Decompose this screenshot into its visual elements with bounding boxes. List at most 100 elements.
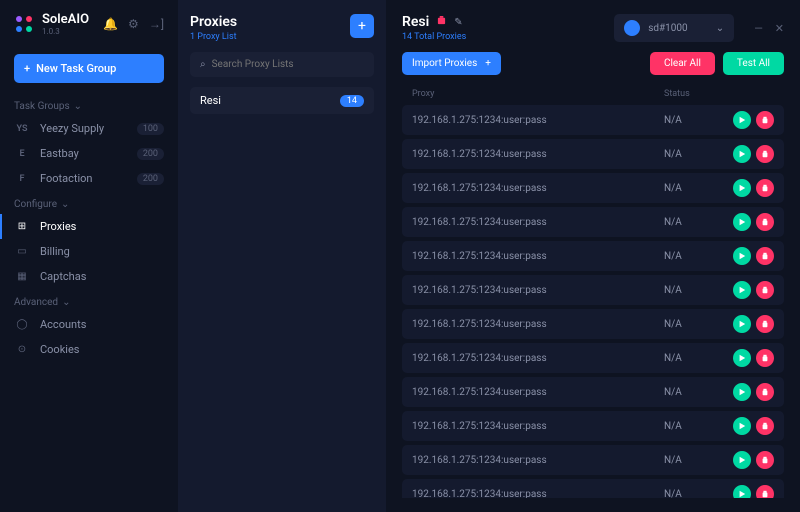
list-name: Resi <box>200 94 221 107</box>
section-configure[interactable]: Configure ⌄ <box>0 191 178 214</box>
brand-version: 1.0.3 <box>42 27 89 36</box>
search-icon: ⌕ <box>200 59 206 70</box>
section-task-groups[interactable]: Task Groups ⌄ <box>0 93 178 116</box>
proxy-value: 192.168.1.275:1234:user:pass <box>412 251 664 262</box>
profile-name: sd#1000 <box>648 23 687 34</box>
count-badge: 200 <box>137 148 164 160</box>
test-proxy-button[interactable] <box>733 145 751 163</box>
proxy-row: 192.168.1.275:1234:user:passN/A <box>402 377 784 407</box>
proxy-value: 192.168.1.275:1234:user:pass <box>412 455 664 466</box>
delete-proxy-button[interactable] <box>756 417 774 435</box>
edit-list-icon[interactable]: ✎ <box>454 17 462 28</box>
count-badge: 200 <box>137 173 164 185</box>
delete-proxy-button[interactable] <box>756 213 774 231</box>
delete-list-icon[interactable] <box>437 16 446 28</box>
delete-proxy-button[interactable] <box>756 383 774 401</box>
plus-icon: + <box>485 58 491 69</box>
search-field[interactable] <box>212 59 364 70</box>
sidebar: SoleAIO 1.0.3 🔔 ⚙ →] + New Task Group Ta… <box>0 0 178 512</box>
plus-icon: + <box>24 62 30 75</box>
nav-item-captchas[interactable]: ▦ Captchas <box>0 264 178 289</box>
task-group-item[interactable]: EEastbay200 <box>0 141 178 166</box>
proxy-status: N/A <box>664 387 724 398</box>
nav-label: Accounts <box>40 318 86 331</box>
test-proxy-button[interactable] <box>733 485 751 498</box>
nav-icon: ⊙ <box>14 344 30 355</box>
delete-proxy-button[interactable] <box>756 315 774 333</box>
new-task-group-button[interactable]: + New Task Group <box>14 54 164 83</box>
proxy-list-item[interactable]: Resi14 <box>190 87 374 114</box>
delete-proxy-button[interactable] <box>756 281 774 299</box>
close-button[interactable]: ✕ <box>775 22 784 35</box>
test-all-button[interactable]: Test All <box>723 52 784 75</box>
proxy-row: 192.168.1.275:1234:user:passN/A <box>402 173 784 203</box>
logout-icon[interactable]: →] <box>149 17 164 31</box>
test-proxy-button[interactable] <box>733 349 751 367</box>
test-proxy-button[interactable] <box>733 179 751 197</box>
proxy-row: 192.168.1.275:1234:user:passN/A <box>402 241 784 271</box>
abbrev-icon: F <box>14 174 30 184</box>
minimize-button[interactable]: — <box>754 22 763 35</box>
proxy-status: N/A <box>664 115 724 126</box>
nav-label: Cookies <box>40 343 79 356</box>
abbrev-icon: YS <box>14 124 30 134</box>
nav-item-cookies[interactable]: ⊙ Cookies <box>0 337 178 362</box>
test-proxy-button[interactable] <box>733 451 751 469</box>
proxy-detail-panel: Resi ✎ 14 Total Proxies sd#1000 ⌄ — ✕ <box>386 0 800 512</box>
delete-proxy-button[interactable] <box>756 145 774 163</box>
profile-selector[interactable]: sd#1000 ⌄ <box>614 14 734 42</box>
panel-subtitle: 1 Proxy List <box>190 32 237 42</box>
delete-proxy-button[interactable] <box>756 451 774 469</box>
nav-icon: ◯ <box>14 319 30 330</box>
new-task-label: New Task Group <box>36 62 116 75</box>
proxy-row: 192.168.1.275:1234:user:passN/A <box>402 309 784 339</box>
test-proxy-button[interactable] <box>733 315 751 333</box>
test-proxy-button[interactable] <box>733 247 751 265</box>
proxy-value: 192.168.1.275:1234:user:pass <box>412 285 664 296</box>
delete-proxy-button[interactable] <box>756 349 774 367</box>
chevron-down-icon: ⌄ <box>61 199 69 210</box>
delete-proxy-button[interactable] <box>756 247 774 265</box>
nav-label: Billing <box>40 245 70 258</box>
chevron-down-icon: ⌄ <box>62 297 70 308</box>
proxy-rows[interactable]: 192.168.1.275:1234:user:passN/A192.168.1… <box>402 105 784 498</box>
proxy-row: 192.168.1.275:1234:user:passN/A <box>402 207 784 237</box>
proxy-status: N/A <box>664 421 724 432</box>
task-group-item[interactable]: YSYeezy Supply100 <box>0 116 178 141</box>
nav-item-accounts[interactable]: ◯ Accounts <box>0 312 178 337</box>
test-proxy-button[interactable] <box>733 281 751 299</box>
section-advanced[interactable]: Advanced ⌄ <box>0 289 178 312</box>
proxy-status: N/A <box>664 489 724 499</box>
bell-icon[interactable]: 🔔 <box>103 17 118 31</box>
proxy-value: 192.168.1.275:1234:user:pass <box>412 115 664 126</box>
clear-all-button[interactable]: Clear All <box>650 52 715 75</box>
brand-name: SoleAIO <box>42 12 89 27</box>
add-proxy-list-button[interactable]: + <box>350 14 374 38</box>
test-proxy-button[interactable] <box>733 383 751 401</box>
test-proxy-button[interactable] <box>733 417 751 435</box>
abbrev-icon: E <box>14 149 30 159</box>
import-proxies-button[interactable]: Import Proxies + <box>402 52 501 75</box>
delete-proxy-button[interactable] <box>756 111 774 129</box>
nav-item-billing[interactable]: ▭ Billing <box>0 239 178 264</box>
logo-icon <box>14 14 34 34</box>
task-group-item[interactable]: FFootaction200 <box>0 166 178 191</box>
proxy-status: N/A <box>664 251 724 262</box>
nav-icon: ▦ <box>14 271 30 282</box>
panel-title: Proxies <box>190 14 237 30</box>
proxy-value: 192.168.1.275:1234:user:pass <box>412 353 664 364</box>
delete-proxy-button[interactable] <box>756 179 774 197</box>
nav-icon: ⊞ <box>14 221 30 232</box>
count-badge: 100 <box>137 123 164 135</box>
delete-proxy-button[interactable] <box>756 485 774 498</box>
proxy-row: 192.168.1.275:1234:user:passN/A <box>402 411 784 441</box>
gear-icon[interactable]: ⚙ <box>128 17 139 31</box>
proxy-value: 192.168.1.275:1234:user:pass <box>412 421 664 432</box>
nav-icon: ▭ <box>14 246 30 257</box>
search-input[interactable]: ⌕ <box>190 52 374 77</box>
nav-label: Captchas <box>40 270 86 283</box>
chevron-down-icon: ⌄ <box>74 101 82 112</box>
test-proxy-button[interactable] <box>733 213 751 231</box>
test-proxy-button[interactable] <box>733 111 751 129</box>
nav-item-proxies[interactable]: ⊞Proxies <box>0 214 178 239</box>
